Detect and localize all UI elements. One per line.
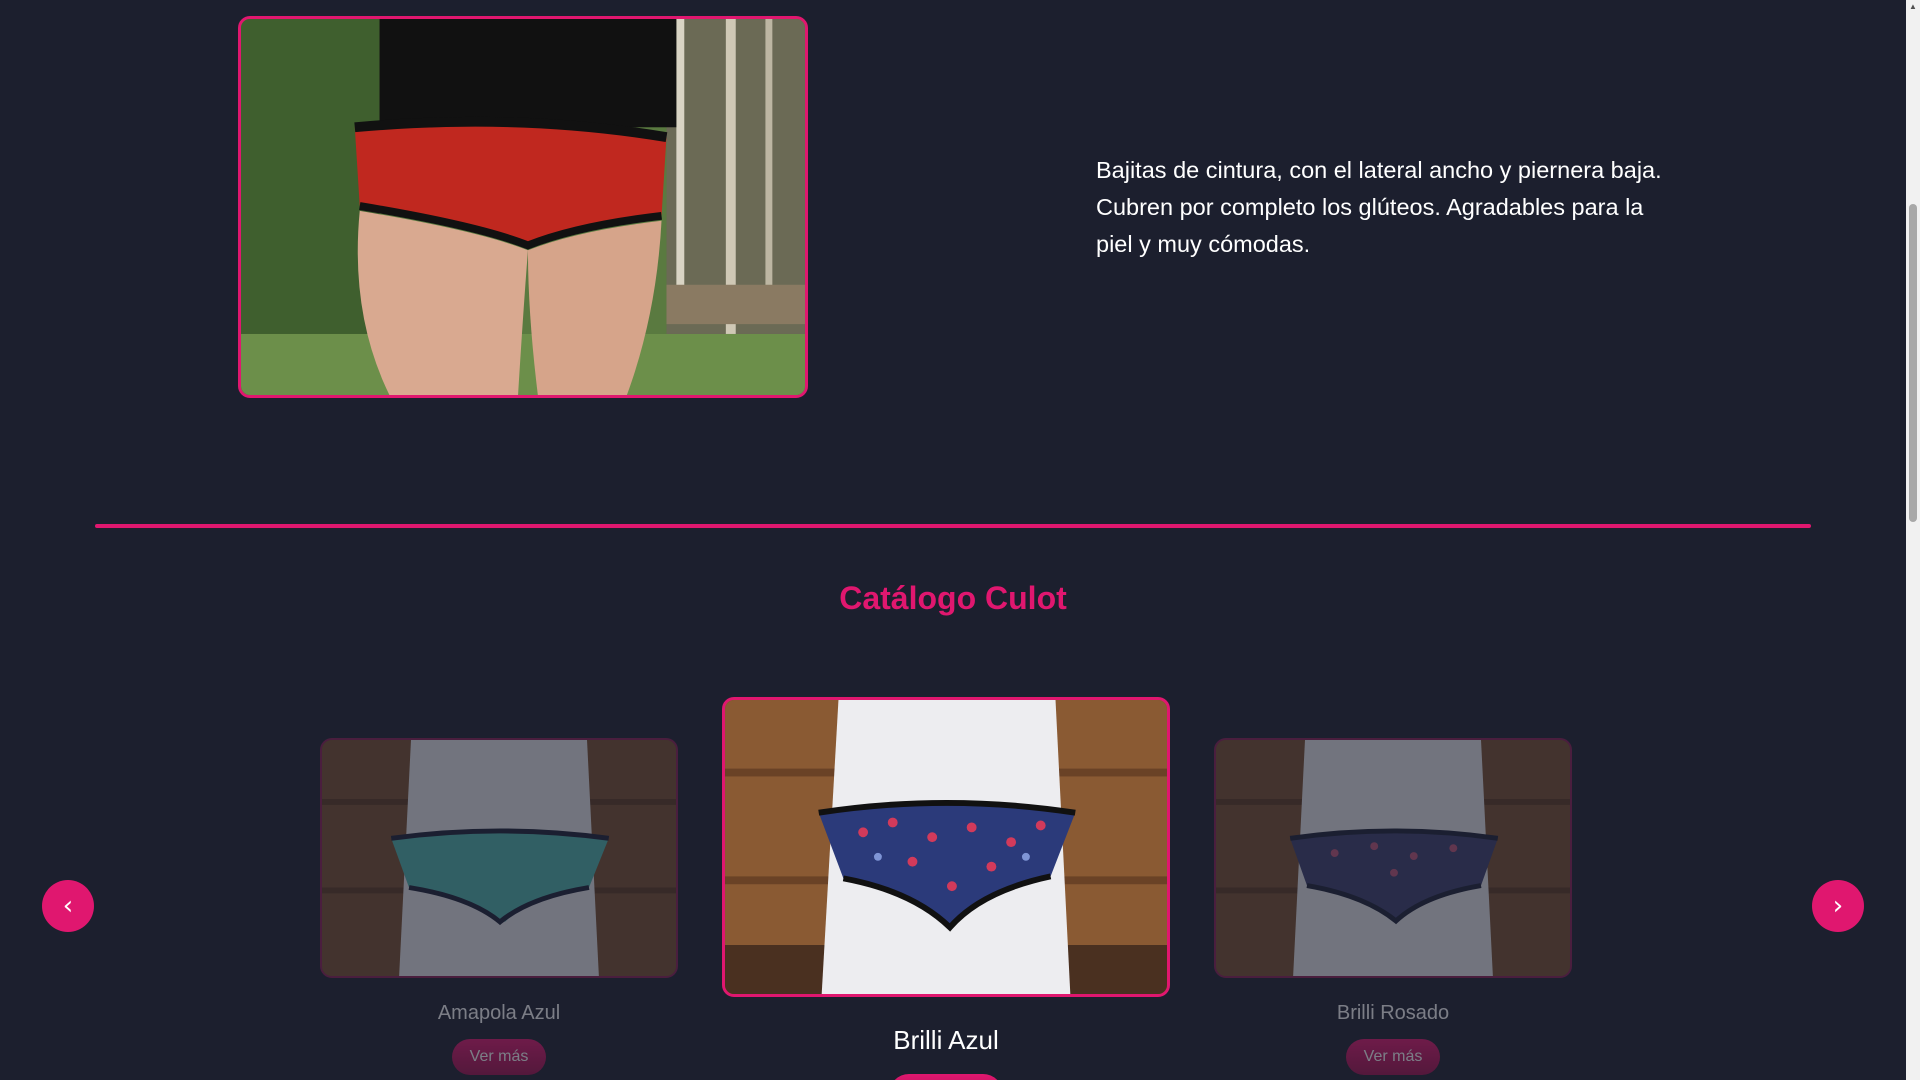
carousel-next-button[interactable]: › <box>1812 880 1864 932</box>
hero-photo-illustration <box>241 19 805 395</box>
product-photo-illustration <box>322 740 676 976</box>
catalog-title: Catálogo Culot <box>839 580 1067 616</box>
carousel-card-amapola-azul[interactable]: Amapola Azul Ver más <box>320 738 678 1075</box>
hero-product-photo <box>238 16 808 398</box>
product-description: Bajitas de cintura, con el lateral ancho… <box>1096 157 1662 257</box>
ver-mas-button[interactable]: Ver más <box>1345 1039 1441 1075</box>
product-name[interactable]: Brilli Rosado <box>1214 1002 1572 1025</box>
ver-mas-button[interactable] <box>889 1074 1003 1080</box>
page: Bajitas de cintura, con el lateral ancho… <box>0 0 1920 1080</box>
carousel-card-brilli-rosado[interactable]: Brilli Rosado Ver más <box>1214 738 1572 1075</box>
carousel-card-brilli-azul[interactable]: Brilli Azul <box>722 697 1170 1080</box>
product-photo-illustration <box>1216 740 1570 976</box>
ver-mas-button[interactable]: Ver más <box>451 1039 547 1075</box>
product-photo-illustration <box>725 700 1167 994</box>
carousel-prev-button[interactable]: ‹ <box>42 880 94 932</box>
product-name[interactable]: Brilli Azul <box>722 1025 1170 1056</box>
product-image[interactable] <box>1214 738 1572 978</box>
product-image[interactable] <box>320 738 678 978</box>
scrollbar-thumb[interactable] <box>1909 204 1917 522</box>
product-name[interactable]: Amapola Azul <box>320 1002 678 1025</box>
section-divider <box>95 524 1811 528</box>
page-scrollbar[interactable]: ▲ <box>1906 0 1920 1080</box>
scroll-up-arrow-icon[interactable]: ▲ <box>1906 0 1920 14</box>
product-image[interactable] <box>722 697 1170 997</box>
